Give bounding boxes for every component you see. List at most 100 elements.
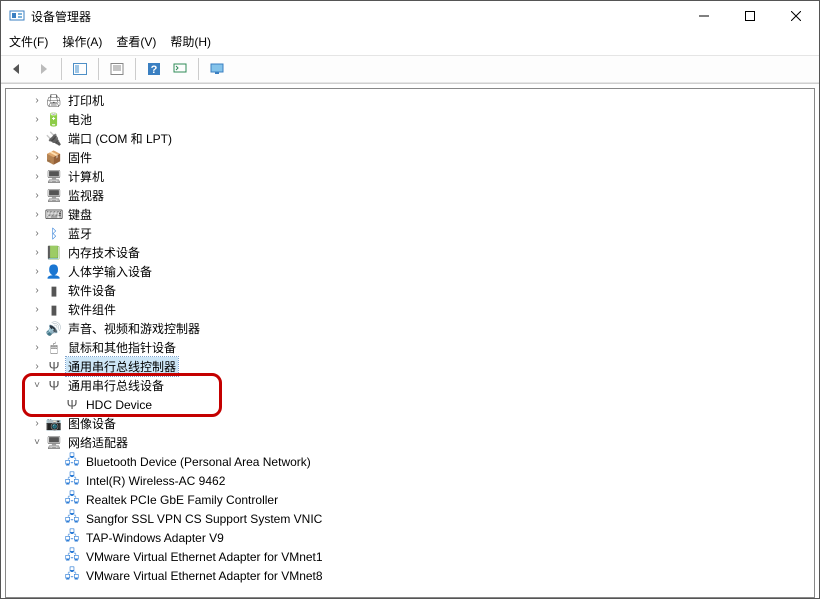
device-tree-node[interactable]: ›▮软件组件 (6, 300, 814, 319)
device-node-label: VMware Virtual Ethernet Adapter for VMne… (84, 549, 325, 565)
expander-open-icon[interactable]: ˅ (30, 379, 44, 393)
device-node-label: Bluetooth Device (Personal Area Network) (84, 454, 313, 470)
device-node-label: 鼠标和其他指针设备 (66, 338, 178, 357)
device-node-label: 监视器 (66, 186, 106, 205)
device-category-icon: 📦 (46, 150, 62, 166)
expander-none (48, 474, 62, 488)
device-category-icon: ⌨ (46, 207, 62, 223)
menu-file[interactable]: 文件(F) (9, 33, 48, 50)
device-node-label: 图像设备 (66, 414, 118, 433)
device-node-label: 通用串行总线设备 (66, 376, 166, 395)
toolbar-separator (135, 58, 136, 80)
device-category-icon: 🖧 (64, 454, 80, 470)
expander-closed-icon[interactable]: › (30, 113, 44, 127)
device-tree-node[interactable]: 🖧Bluetooth Device (Personal Area Network… (6, 452, 814, 471)
expander-closed-icon[interactable]: › (30, 170, 44, 184)
expander-closed-icon[interactable]: › (30, 227, 44, 241)
expander-closed-icon[interactable]: › (30, 208, 44, 222)
device-tree-node[interactable]: ›🔊声音、视频和游戏控制器 (6, 319, 814, 338)
device-tree-node[interactable]: ›⌨键盘 (6, 205, 814, 224)
menu-action[interactable]: 操作(A) (62, 33, 102, 50)
device-tree-node[interactable]: 🖧Intel(R) Wireless-AC 9462 (6, 471, 814, 490)
device-category-icon: 🔋 (46, 112, 62, 128)
nav-forward-button[interactable] (31, 58, 55, 80)
device-tree-node[interactable]: 🖧Sangfor SSL VPN CS Support System VNIC (6, 509, 814, 528)
device-node-label: Realtek PCIe GbE Family Controller (84, 492, 280, 508)
device-category-icon: Ψ (64, 397, 80, 413)
expander-closed-icon[interactable]: › (30, 341, 44, 355)
device-category-icon: 🖧 (64, 568, 80, 584)
device-node-label: Sangfor SSL VPN CS Support System VNIC (84, 511, 324, 527)
device-node-label: 软件组件 (66, 300, 118, 319)
monitor-view-button[interactable] (205, 58, 229, 80)
device-category-icon: 🖧 (64, 530, 80, 546)
device-tree-node[interactable]: ˅Ψ通用串行总线设备 (6, 376, 814, 395)
device-node-label: VMware Virtual Ethernet Adapter for VMne… (84, 568, 325, 584)
show-hide-tree-button[interactable] (68, 58, 92, 80)
minimize-button[interactable] (681, 1, 727, 31)
device-tree-node[interactable]: ›🔋电池 (6, 110, 814, 129)
help-button[interactable]: ? (142, 58, 166, 80)
device-tree-node[interactable]: ›📗内存技术设备 (6, 243, 814, 262)
expander-closed-icon[interactable]: › (30, 303, 44, 317)
expander-closed-icon[interactable]: › (30, 94, 44, 108)
expander-closed-icon[interactable]: › (30, 132, 44, 146)
expander-closed-icon[interactable]: › (30, 322, 44, 336)
device-category-icon: ▮ (46, 302, 62, 318)
device-node-label: 计算机 (66, 167, 106, 186)
device-tree-node[interactable]: ›📷图像设备 (6, 414, 814, 433)
device-category-icon: 👤 (46, 264, 62, 280)
device-tree-node[interactable]: ›Ψ通用串行总线控制器 (6, 357, 814, 376)
menu-help[interactable]: 帮助(H) (170, 33, 211, 50)
expander-closed-icon[interactable]: › (30, 151, 44, 165)
device-tree-node[interactable]: ›▮软件设备 (6, 281, 814, 300)
device-tree-node[interactable]: ›🖥监视器 (6, 186, 814, 205)
expander-closed-icon[interactable]: › (30, 417, 44, 431)
device-tree-node[interactable]: ›ᛒ蓝牙 (6, 224, 814, 243)
device-tree-panel: ›🖨打印机›🔋电池›🔌端口 (COM 和 LPT)›📦固件›🖥计算机›🖥监视器›… (5, 88, 815, 598)
device-node-label: 蓝牙 (66, 224, 94, 243)
device-node-label: 打印机 (66, 91, 106, 110)
nav-back-button[interactable] (5, 58, 29, 80)
device-tree-node[interactable]: ›🖥计算机 (6, 167, 814, 186)
device-tree-node[interactable]: ›🖱鼠标和其他指针设备 (6, 338, 814, 357)
device-tree-node[interactable]: ›🔌端口 (COM 和 LPT) (6, 129, 814, 148)
device-tree-node[interactable]: 🖧VMware Virtual Ethernet Adapter for VMn… (6, 566, 814, 585)
device-tree[interactable]: ›🖨打印机›🔋电池›🔌端口 (COM 和 LPT)›📦固件›🖥计算机›🖥监视器›… (6, 89, 814, 597)
device-node-label: Intel(R) Wireless-AC 9462 (84, 473, 227, 489)
toolbar-separator (198, 58, 199, 80)
expander-closed-icon[interactable]: › (30, 246, 44, 260)
device-node-label: 固件 (66, 148, 94, 167)
device-tree-node[interactable]: ›👤人体学输入设备 (6, 262, 814, 281)
scan-hardware-button[interactable] (168, 58, 192, 80)
expander-none (48, 398, 62, 412)
device-node-label: HDC Device (84, 397, 154, 413)
device-tree-node[interactable]: 🖧Realtek PCIe GbE Family Controller (6, 490, 814, 509)
properties-button[interactable] (105, 58, 129, 80)
expander-closed-icon[interactable]: › (30, 189, 44, 203)
device-tree-node[interactable]: 🖧TAP-Windows Adapter V9 (6, 528, 814, 547)
titlebar: 设备管理器 (1, 1, 819, 31)
toolbar-separator (98, 58, 99, 80)
expander-closed-icon[interactable]: › (30, 265, 44, 279)
device-tree-node[interactable]: ›🖨打印机 (6, 91, 814, 110)
close-button[interactable] (773, 1, 819, 31)
menu-view[interactable]: 查看(V) (116, 33, 156, 50)
device-node-label: 通用串行总线控制器 (66, 357, 178, 376)
device-category-icon: 🖧 (64, 511, 80, 527)
device-tree-node[interactable]: ˅🖥网络适配器 (6, 433, 814, 452)
device-category-icon: 🔌 (46, 131, 62, 147)
menubar: 文件(F) 操作(A) 查看(V) 帮助(H) (1, 31, 819, 55)
device-category-icon: 📷 (46, 416, 62, 432)
expander-closed-icon[interactable]: › (30, 360, 44, 374)
device-category-icon: 🖱 (46, 340, 62, 356)
device-node-label: 网络适配器 (66, 433, 130, 452)
expander-closed-icon[interactable]: › (30, 284, 44, 298)
expander-open-icon[interactable]: ˅ (30, 436, 44, 450)
maximize-button[interactable] (727, 1, 773, 31)
device-tree-node[interactable]: ΨHDC Device (6, 395, 814, 414)
toolbar: ? (1, 55, 819, 83)
device-category-icon: 🖥 (46, 169, 62, 185)
device-tree-node[interactable]: ›📦固件 (6, 148, 814, 167)
device-tree-node[interactable]: 🖧VMware Virtual Ethernet Adapter for VMn… (6, 547, 814, 566)
